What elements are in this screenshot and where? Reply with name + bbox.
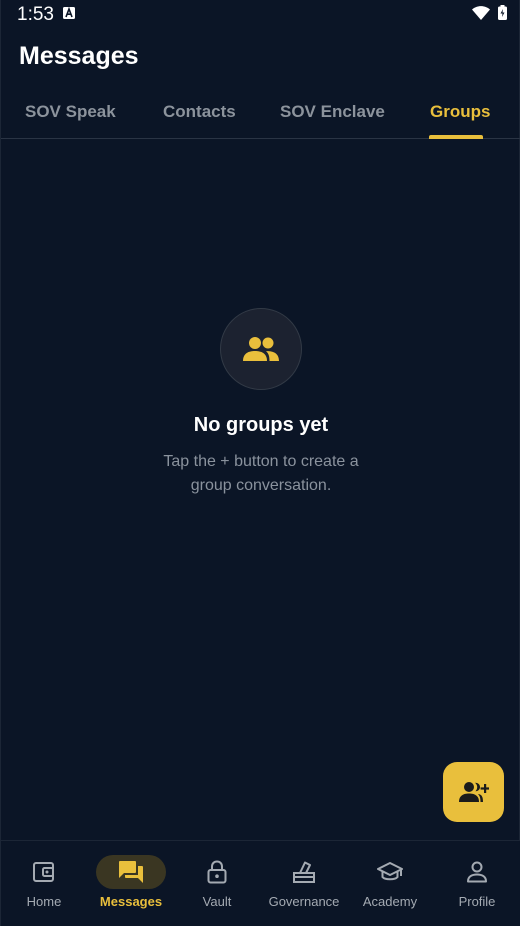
add-group-icon xyxy=(458,782,489,802)
create-group-button[interactable] xyxy=(443,762,504,822)
empty-state-subtitle: Tap the + button to create a group conve… xyxy=(163,453,359,494)
nav-messages[interactable]: Messages xyxy=(88,841,174,926)
empty-state-icon-circle xyxy=(220,308,302,390)
tab-sov-enclave[interactable]: SOV Enclave xyxy=(280,102,385,122)
nav-messages-label: Messages xyxy=(99,894,163,909)
messages-screen: 1:53 Messages SOV Speak Contacts SOV Enc… xyxy=(0,0,520,926)
bottom-navigation: Home Messages Vault Governance Academy P… xyxy=(1,840,520,926)
tab-sov-speak[interactable]: SOV Speak xyxy=(25,102,116,122)
nav-home-label: Home xyxy=(26,894,62,909)
active-tab-indicator xyxy=(429,135,483,139)
nav-profile-label: Profile xyxy=(458,894,496,909)
wallet-icon xyxy=(33,862,54,882)
tab-bar: SOV Speak Contacts SOV Enclave Groups xyxy=(1,88,520,139)
status-bar: 1:53 xyxy=(1,0,520,28)
chat-icon xyxy=(119,861,143,883)
nav-governance-label: Governance xyxy=(268,894,340,909)
person-icon xyxy=(467,861,487,883)
groups-icon xyxy=(243,337,279,361)
nav-home[interactable]: Home xyxy=(1,841,87,926)
nav-governance[interactable]: Governance xyxy=(261,841,347,926)
battery-icon xyxy=(498,5,507,20)
tab-contacts[interactable]: Contacts xyxy=(163,102,236,122)
page-title: Messages xyxy=(19,42,139,70)
nav-academy[interactable]: Academy xyxy=(347,841,433,926)
lock-icon xyxy=(207,860,227,884)
status-icons xyxy=(472,5,507,20)
nav-vault-label: Vault xyxy=(202,894,232,909)
nav-academy-label: Academy xyxy=(362,894,418,909)
tab-groups[interactable]: Groups xyxy=(430,102,490,122)
empty-state-title: No groups yet xyxy=(193,414,329,436)
graduation-cap-icon xyxy=(377,862,403,881)
nav-profile[interactable]: Profile xyxy=(434,841,520,926)
nav-vault[interactable]: Vault xyxy=(174,841,260,926)
vote-icon xyxy=(293,861,315,883)
a-notification-icon xyxy=(63,7,75,19)
status-time: 1:53 xyxy=(17,4,54,25)
wifi-icon xyxy=(472,5,490,20)
